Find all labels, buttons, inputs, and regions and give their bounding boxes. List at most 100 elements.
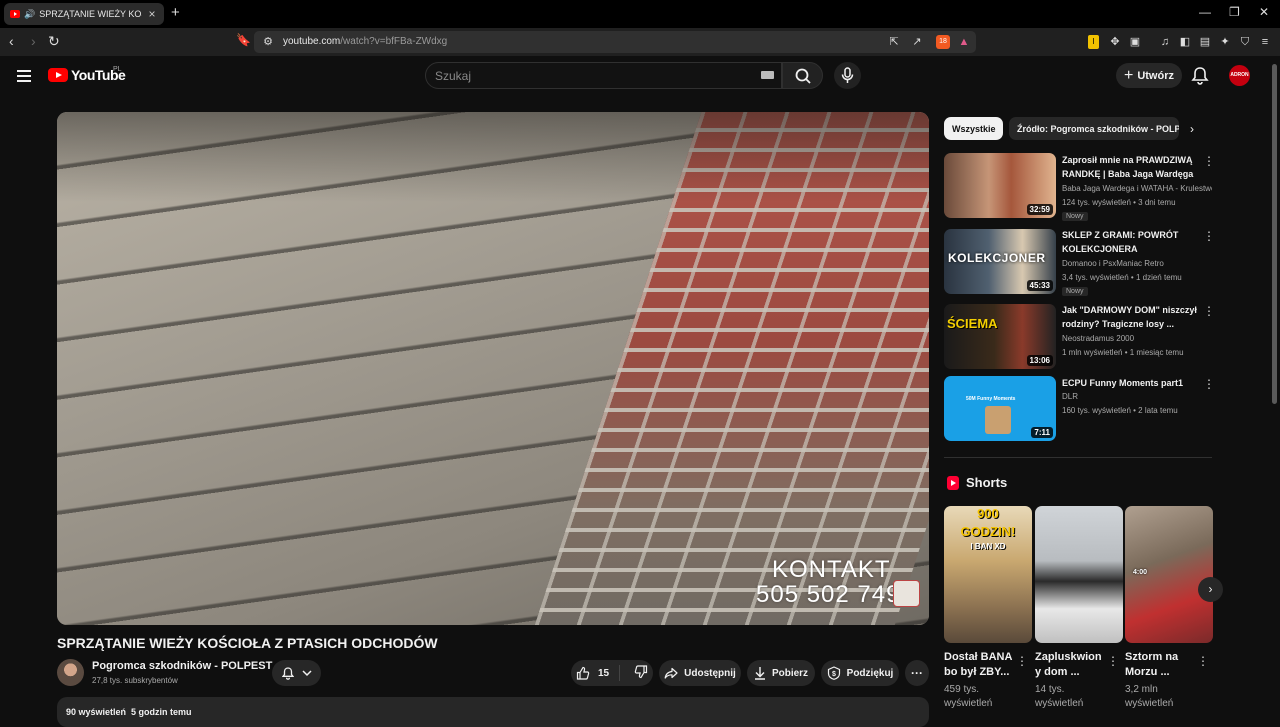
extensions-puzzle-icon[interactable]: ✥ [1108, 35, 1122, 49]
channel-avatar[interactable] [57, 659, 84, 686]
thanks-label: Podziękuj [846, 667, 894, 679]
forward-arrow-icon[interactable]: › [31, 33, 36, 49]
tab-title: SPRZĄTANIE WIEŻY KOŚCIOŁ [39, 9, 142, 19]
create-button[interactable]: + Utwórz [1116, 63, 1182, 88]
download-icon [754, 667, 765, 680]
short-views: 14 tys. wyświetleń [1035, 684, 1084, 709]
recommendation-channel[interactable]: Domanoo i PsxManiac Retro [1062, 259, 1212, 268]
more-vert-icon[interactable]: ⋮ [1203, 377, 1215, 391]
media-icon[interactable]: ♫ [1158, 35, 1172, 49]
restore-icon[interactable]: ❐ [1229, 5, 1240, 19]
video-thumbnail[interactable]: KOLEKCJONER 45:33 [944, 229, 1056, 294]
shorts-next-button[interactable]: › [1198, 577, 1223, 602]
like-dislike-group: 15 [571, 660, 653, 686]
recommendation-channel[interactable]: DLR [1062, 392, 1212, 401]
more-vert-icon[interactable]: ⋮ [1203, 229, 1215, 243]
video-thumbnail[interactable]: 50M Funny Moments 7:11 [944, 376, 1056, 441]
more-vert-icon[interactable]: ⋮ [1203, 304, 1215, 318]
chip-source[interactable]: Źródło: Pogromca szkodników - POLPEST [1009, 117, 1179, 140]
chevron-right-icon[interactable]: › [1190, 122, 1194, 136]
dislike-button[interactable] [626, 664, 656, 682]
back-arrow-icon[interactable]: ‹ [9, 33, 14, 49]
wallet-icon[interactable]: ▤ [1198, 35, 1212, 49]
audio-playing-icon[interactable]: 🔊 [24, 9, 35, 20]
more-vert-icon[interactable]: ⋮ [1107, 654, 1119, 668]
account-avatar[interactable]: ADRON [1229, 65, 1250, 86]
download-label: Pobierz [771, 667, 809, 679]
thanks-button[interactable]: $ Podziękuj [821, 660, 899, 686]
brave-shields-icon[interactable]: 18 [936, 35, 950, 49]
keyboard-icon[interactable] [761, 71, 774, 79]
thumbnail-text: KOLEKCJONER [948, 251, 1046, 265]
short-thumbnail-text: GODZIN! [960, 524, 1016, 539]
brave-rewards-icon[interactable]: ▲ [957, 35, 971, 49]
video-thumbnail[interactable]: 32:59 [944, 153, 1056, 218]
page-scrollbar[interactable] [1272, 64, 1277, 404]
recommendation-title[interactable]: ECPU Funny Moments part1 [1062, 376, 1197, 390]
duration-badge: 7:11 [1031, 427, 1053, 438]
browser-tab-bar: 🔊 SPRZĄTANIE WIEŻY KOŚCIOŁ × + — ❐ ✕ [0, 0, 1280, 28]
short-thumbnail[interactable]: 4:00 [1125, 506, 1213, 643]
search-button[interactable] [782, 62, 823, 89]
super-thanks-icon: $ [827, 666, 840, 680]
upload-time: 5 godzin temu [131, 707, 192, 717]
new-tab-button[interactable]: + [171, 4, 180, 21]
screenshot-icon[interactable]: ▣ [1128, 35, 1142, 49]
recommendation-views: 1 mln wyświetleń [1062, 348, 1123, 357]
short-title[interactable]: Dostał BANA bo był ZBY... [944, 650, 1016, 680]
reload-icon[interactable]: ↻ [48, 33, 60, 50]
more-actions-button[interactable]: ··· [905, 660, 929, 686]
download-button[interactable]: Pobierz [747, 660, 815, 686]
close-window-icon[interactable]: ✕ [1259, 5, 1269, 19]
vpn-shield-icon[interactable]: ⛉ [1238, 35, 1252, 49]
more-vert-icon[interactable]: ⋮ [1203, 154, 1215, 168]
new-badge: Nowy [1062, 287, 1088, 296]
browser-tab[interactable]: 🔊 SPRZĄTANIE WIEŻY KOŚCIOŁ × [4, 3, 164, 25]
thumbnail-text: 50M Funny Moments [966, 396, 1016, 402]
duration-badge: 13:06 [1026, 355, 1053, 366]
short-title[interactable]: Zapluskwion y dom ... [1035, 650, 1107, 680]
video-player[interactable]: KONTAKT 505 502 749 [57, 112, 929, 625]
leo-ai-icon[interactable]: ✦ [1218, 35, 1232, 49]
short-thumbnail[interactable]: 900 GODZIN! I BAN XD [944, 506, 1032, 643]
more-vert-icon[interactable]: ⋮ [1197, 654, 1209, 668]
recommendation-meta: 160 tys. wyświetleń • 2 lata temu [1062, 406, 1178, 415]
video-thumbnail[interactable]: ŚCIEMA 13:06 [944, 304, 1056, 369]
recommendation-title[interactable]: Zaprosił mnie na PRAWDZIWĄ RANDKĘ | Baba… [1062, 153, 1197, 181]
notifications-bell-icon[interactable] [1191, 66, 1209, 85]
site-settings-icon[interactable]: ⚙ [261, 35, 275, 49]
browser-menu-icon[interactable]: ≡ [1258, 35, 1272, 49]
video-overlay-contact: KONTAKT [772, 556, 891, 583]
recommendation-channel[interactable]: Neostradamus 2000 [1062, 334, 1212, 343]
recommendation-channel[interactable]: Baba Jaga Wardega i WATAHA - Krulestwo [1062, 184, 1212, 193]
share-button[interactable]: Udostępnij [659, 660, 741, 686]
subscribed-notifications-button[interactable] [272, 660, 321, 686]
recommendation-title[interactable]: Jak "DARMOWY DOM" niszczył rodziny? Trag… [1062, 303, 1197, 331]
url-text[interactable]: youtube.com/watch?v=bfFBa-ZWdxg [283, 36, 447, 47]
minimize-icon[interactable]: — [1199, 5, 1211, 19]
tab-close-icon[interactable]: × [146, 7, 158, 21]
bell-icon [281, 666, 294, 680]
recommendation-views: 160 tys. wyświetleń [1062, 406, 1131, 415]
short-thumbnail[interactable] [1035, 506, 1123, 643]
search-placeholder: Szukaj [435, 69, 472, 83]
country-code: PL [113, 66, 122, 73]
recommendation-title[interactable]: SKLEP Z GRAMI: POWRÓT KOLEKCJONERA [1062, 228, 1197, 256]
bookmark-icon[interactable]: 🔖 [236, 33, 251, 47]
like-button[interactable]: 15 [568, 665, 621, 681]
short-title[interactable]: Sztorm na Morzu ... [1125, 650, 1197, 680]
hamburger-menu-icon[interactable] [17, 70, 31, 82]
extension-icon[interactable]: I [1088, 35, 1099, 49]
open-in-app-icon[interactable]: ⇱ [887, 35, 901, 49]
chip-all[interactable]: Wszystkie [944, 117, 1003, 140]
channel-name[interactable]: Pogromca szkodników - POLPEST [92, 660, 272, 672]
thumbnail-face [985, 406, 1011, 434]
more-vert-icon[interactable]: ⋮ [1016, 654, 1028, 668]
search-input[interactable] [425, 62, 782, 89]
voice-search-button[interactable] [834, 62, 861, 89]
share-page-icon[interactable]: ↗ [910, 35, 924, 49]
channel-watermark-icon[interactable] [893, 580, 920, 607]
recommendation-meta: 3,4 tys. wyświetleń • 1 dzień temu [1062, 273, 1182, 282]
sidebar-icon[interactable]: ◧ [1178, 35, 1192, 49]
recommendation-age: 3 dni temu [1138, 198, 1176, 207]
